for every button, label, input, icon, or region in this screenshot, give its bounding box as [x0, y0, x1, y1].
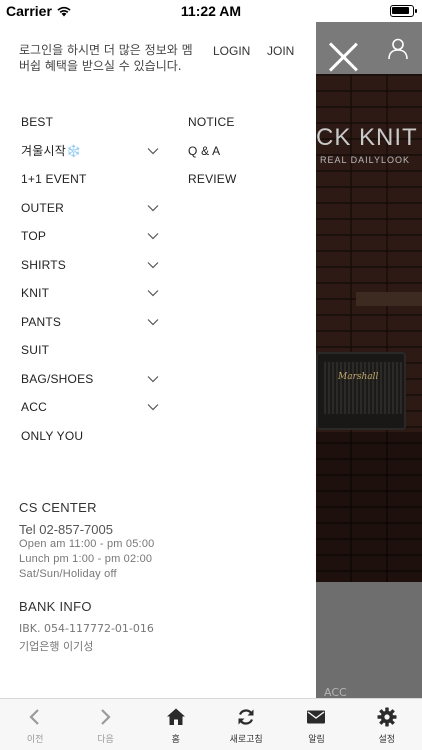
battery-icon [390, 5, 417, 17]
refresh-button[interactable]: 새로고침 [211, 699, 281, 750]
chevron-down-icon[interactable] [147, 147, 159, 155]
settings-label: 설정 [378, 735, 396, 745]
menu-item-label: Q & A [188, 143, 221, 158]
battery-fill [392, 7, 409, 14]
background-acc-label: ACC [324, 686, 347, 698]
speaker-grill [324, 362, 402, 414]
home-icon [166, 708, 185, 725]
banner-text: CK KNIT [316, 124, 418, 151]
board-menu: NOTICE Q & A REVIEW [188, 108, 298, 194]
menu-item-label: SUIT [21, 343, 50, 358]
notifications-label: 알림 [308, 735, 325, 745]
menu-item-bag-shoes[interactable]: BAG/SHOES [21, 365, 161, 394]
banner-subtext: REAL DAILYLOOK [320, 155, 411, 165]
menu-item-event[interactable]: 1+1 EVENT [21, 165, 161, 194]
speaker-brand: Marshall [338, 372, 379, 382]
menu-item-knit[interactable]: KNIT [21, 279, 161, 308]
refresh-label: 새로고침 [229, 735, 263, 745]
menu-item-acc[interactable]: ACC [21, 393, 161, 422]
status-bar: Carrier 11:22 AM [0, 0, 422, 22]
menu-item-label: REVIEW [188, 172, 237, 187]
menu-item-pants[interactable]: PANTS [21, 308, 161, 337]
menu-item-notice[interactable]: NOTICE [188, 108, 298, 137]
overlay-bottom [316, 582, 422, 698]
chevron-down-icon[interactable] [147, 232, 159, 240]
chevron-down-icon[interactable] [147, 403, 159, 411]
forward-label: 다음 [97, 735, 114, 745]
chevron-down-icon[interactable] [147, 261, 159, 269]
bank-info-title: BANK INFO [19, 599, 92, 614]
menu-item-outer[interactable]: OUTER [21, 194, 161, 223]
home-button[interactable]: 홈 [141, 699, 211, 750]
forward-button[interactable]: 다음 [70, 699, 140, 750]
category-menu: BEST 겨울시작❄️ 1+1 EVENT OUTER TOP SHIRTS K… [21, 108, 161, 450]
menu-item-best[interactable]: BEST [21, 108, 161, 137]
back-label: 이전 [26, 735, 44, 745]
user-icon[interactable] [388, 38, 408, 60]
menu-item-label: NOTICE [188, 115, 235, 130]
menu-item-winter[interactable]: 겨울시작❄️ [21, 137, 161, 166]
chevron-down-icon[interactable] [147, 318, 159, 326]
side-drawer: 로그인을 하시면 더 많은 정보와 멤버쉽 혜택을 받으실 수 있습니다. LO… [0, 22, 316, 698]
menu-item-label: TOP [21, 229, 47, 244]
mail-icon [307, 710, 326, 724]
bank-holder: 기업은행 이기성 [19, 640, 94, 653]
menu-item-top[interactable]: TOP [21, 222, 161, 251]
menu-item-label: BEST [21, 115, 54, 130]
home-label: 홈 [171, 735, 180, 745]
join-link[interactable]: JOIN [267, 44, 294, 58]
gear-icon [377, 707, 397, 727]
cs-open-hours: Open am 11:00 - pm 05:00 [19, 538, 155, 550]
menu-item-label: 겨울시작❄️ [21, 144, 82, 159]
login-message: 로그인을 하시면 더 많은 정보와 멤버쉽 혜택을 받으실 수 있습니다. [19, 43, 193, 73]
notifications-button[interactable]: 알림 [281, 699, 351, 750]
menu-item-label: OUTER [21, 200, 64, 215]
cs-days-off: Sat/Sun/Holiday off [19, 568, 117, 580]
speaker-image: Marshall [316, 352, 406, 430]
settings-button[interactable]: 설정 [352, 699, 422, 750]
clock: 11:22 AM [180, 3, 242, 19]
menu-item-label: KNIT [21, 286, 50, 301]
chevron-down-icon[interactable] [147, 375, 159, 383]
chevron-right-icon [101, 709, 112, 725]
menu-item-only-you[interactable]: ONLY YOU [21, 422, 161, 451]
chevron-left-icon [29, 709, 39, 725]
menu-item-review[interactable]: REVIEW [188, 165, 298, 194]
refresh-icon [238, 709, 254, 725]
chevron-down-icon[interactable] [147, 204, 159, 212]
back-button[interactable]: 이전 [0, 699, 70, 750]
menu-item-label: ONLY YOU [21, 428, 84, 443]
menu-item-label: ACC [21, 400, 47, 415]
menu-item-suit[interactable]: SUIT [21, 336, 161, 365]
login-link[interactable]: LOGIN [213, 44, 250, 58]
menu-item-label: PANTS [21, 314, 62, 329]
chevron-down-icon[interactable] [147, 289, 159, 297]
iron-gate [316, 432, 422, 592]
menu-item-label: 1+1 EVENT [21, 172, 87, 187]
menu-item-qna[interactable]: Q & A [188, 137, 298, 166]
bottom-toolbar: 이전 다음 홈 새로고침 알림 설정 [0, 698, 422, 750]
cs-center-title: CS CENTER [19, 500, 97, 515]
menu-item-label: BAG/SHOES [21, 371, 94, 386]
shelf [356, 292, 422, 306]
close-icon[interactable] [326, 40, 360, 74]
cs-lunch-hours: Lunch pm 1:00 - pm 02:00 [19, 553, 153, 565]
background-page-overlay[interactable]: CK KNIT REAL DAILYLOOK Marshall ACC [316, 22, 422, 698]
cs-phone[interactable]: Tel 02-857-7005 [19, 522, 113, 537]
menu-item-shirts[interactable]: SHIRTS [21, 251, 161, 280]
bank-account: IBK. 054-117772-01-016 [19, 622, 154, 635]
menu-item-label: SHIRTS [21, 257, 66, 272]
